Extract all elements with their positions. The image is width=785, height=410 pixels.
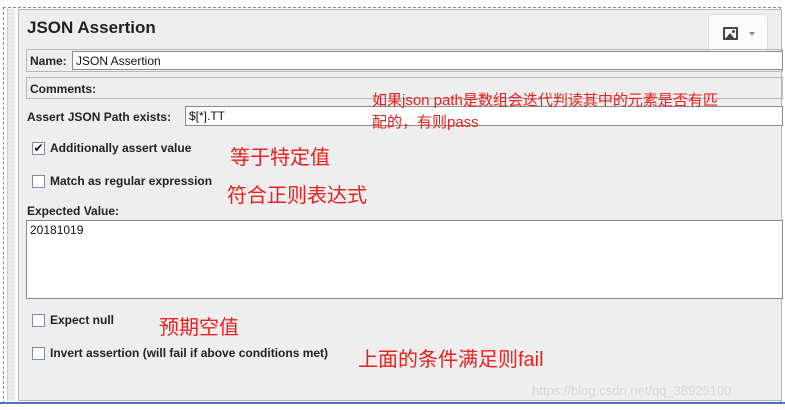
regex-note: 符合正则表达式: [227, 185, 367, 207]
expect-null-note: 预期空值: [159, 317, 239, 339]
expect-null-label: Expect null: [50, 313, 115, 327]
panel-title: JSON Assertion: [27, 18, 156, 37]
comments-label: Comments:: [30, 82, 97, 96]
expected-value-textarea[interactable]: 20181019: [26, 220, 783, 299]
expect-null-checkbox[interactable]: [32, 314, 45, 327]
json-path-note-line2: 配的，有则pass: [372, 114, 479, 131]
expected-value-label: Expected Value:: [27, 204, 120, 218]
name-field[interactable]: JSON Assertion: [72, 51, 783, 70]
invert-assertion-checkbox[interactable]: [32, 347, 45, 360]
watermark: https://blog.csdn.net/qq_38925100: [532, 383, 732, 398]
json-path-label: Assert JSON Path exists:: [27, 110, 172, 124]
chevron-down-icon: [749, 32, 755, 36]
additional-assert-label: Additionally assert value: [50, 141, 192, 155]
bottom-blue-line: [0, 402, 785, 404]
invert-assertion-label: Invert assertion (will fail if above con…: [50, 346, 329, 360]
image-icon: [723, 27, 738, 40]
regex-checkbox[interactable]: [32, 175, 45, 188]
invert-note: 上面的条件满足则fail: [358, 349, 544, 371]
additional-assert-note: 等于特定值: [230, 147, 330, 169]
screenshot-frame: JSON Assertion Name: JSON Assertion Comm…: [0, 0, 785, 410]
left-resize-strip[interactable]: [7, 9, 15, 401]
regex-label: Match as regular expression: [50, 174, 213, 188]
name-label: Name:: [30, 54, 67, 68]
image-dropdown-button[interactable]: [708, 14, 768, 52]
additional-assert-checkbox[interactable]: ✔: [32, 142, 45, 155]
json-path-note-line1: 如果json path是数组会迭代判读其中的元素是否有匹: [372, 92, 718, 109]
